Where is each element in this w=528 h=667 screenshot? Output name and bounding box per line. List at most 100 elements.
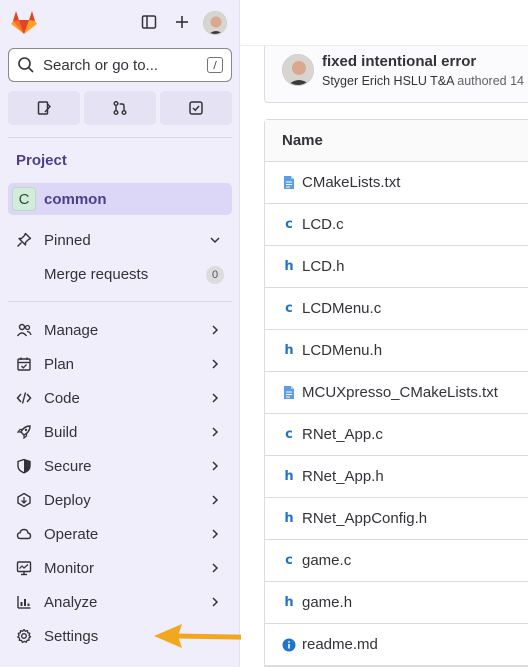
chart-icon: [16, 594, 32, 610]
commit-meta: Styger Erich HSLU T&A authored 14 s: [322, 74, 528, 88]
sidebar-item-label: Operate: [44, 525, 99, 543]
project-name: common: [44, 190, 107, 208]
file-name[interactable]: readme.md: [302, 636, 378, 653]
commit-author-avatar[interactable]: [282, 54, 314, 86]
table-row[interactable]: MCUXpresso_CMakeLists.txt: [265, 372, 528, 414]
commit-time: authored 14 s: [457, 74, 528, 88]
h-file-icon: h: [284, 469, 294, 484]
monitor-icon: [16, 560, 32, 576]
file-name[interactable]: game.h: [302, 594, 352, 611]
project-link[interactable]: C common: [8, 183, 232, 215]
chevron-right-icon: [212, 495, 219, 505]
file-name[interactable]: CMakeLists.txt: [302, 174, 400, 191]
file-name[interactable]: RNet_AppConfig.h: [302, 510, 427, 527]
table-header-name: Name: [265, 120, 528, 162]
todo-icon: [189, 101, 203, 115]
sidebar-item-plan[interactable]: Plan: [8, 348, 232, 380]
sidebar-item-label: Code: [44, 389, 80, 407]
plus-icon[interactable]: [170, 10, 194, 34]
last-commit-card: fixed intentional error Styger Erich HSL…: [264, 46, 528, 103]
sidebar-item-label: Deploy: [44, 491, 91, 509]
table-row[interactable]: c RNet_App.c: [265, 414, 528, 456]
file-table: Name CMakeLists.txt c LCD.c h LCD.h c LCDMenu.…: [264, 119, 528, 667]
sidebar-item-operate[interactable]: Operate: [8, 518, 232, 550]
sidebar-item-label: Secure: [44, 457, 92, 475]
search-placeholder: Search or go to...: [43, 56, 159, 74]
rocket-icon: [16, 424, 32, 440]
table-row[interactable]: CMakeLists.txt: [265, 162, 528, 204]
user-avatar[interactable]: [203, 11, 227, 35]
table-row[interactable]: c LCD.c: [265, 204, 528, 246]
table-row[interactable]: c LCDMenu.c: [265, 288, 528, 330]
file-name[interactable]: LCD.h: [302, 258, 345, 275]
sidebar-item-pinned[interactable]: Pinned: [8, 224, 232, 256]
file-name[interactable]: LCDMenu.h: [302, 342, 382, 359]
table-row[interactable]: h RNet_AppConfig.h: [265, 498, 528, 540]
sidebar-item-label: Pinned: [44, 231, 91, 249]
chevron-right-icon: [212, 597, 219, 607]
table-row[interactable]: h LCDMenu.h: [265, 330, 528, 372]
issues-button[interactable]: [8, 91, 80, 125]
table-row[interactable]: readme.md: [265, 624, 528, 666]
document-icon: [282, 385, 296, 401]
c-file-icon: c: [285, 553, 293, 568]
chevron-right-icon: [212, 325, 219, 335]
h-file-icon: h: [284, 511, 294, 526]
sidebar-item-monitor[interactable]: Monitor: [8, 552, 232, 584]
merge-requests-button[interactable]: [84, 91, 156, 125]
h-file-icon: h: [284, 259, 294, 274]
deploy-icon: [16, 492, 32, 508]
table-row[interactable]: h game.h: [265, 582, 528, 624]
commit-title[interactable]: fixed intentional error: [322, 53, 476, 70]
users-icon: [16, 322, 32, 338]
cloud-icon: [16, 526, 32, 542]
sidebar-section-title: Project: [16, 152, 67, 169]
info-icon: [282, 637, 296, 653]
file-name[interactable]: RNet_App.h: [302, 468, 384, 485]
h-file-icon: h: [284, 595, 294, 610]
file-name[interactable]: RNet_App.c: [302, 426, 383, 443]
search-icon: [18, 57, 34, 73]
file-name[interactable]: game.c: [302, 552, 351, 569]
main-content: fixed intentional error Styger Erich HSL…: [241, 0, 528, 667]
sidebar: Search or go to... / Project C common Pi…: [0, 0, 299, 667]
sidebar-item-deploy[interactable]: Deploy: [8, 484, 232, 516]
issues-icon: [37, 101, 51, 115]
sidebar-item-label: Build: [44, 423, 78, 441]
c-file-icon: c: [285, 427, 293, 442]
h-file-icon: h: [284, 343, 294, 358]
sidebar-item-code[interactable]: Code: [8, 382, 232, 414]
file-name[interactable]: MCUXpresso_CMakeLists.txt: [302, 384, 498, 401]
c-file-icon: c: [285, 217, 293, 232]
merge-request-icon: [113, 101, 127, 115]
sidebar-item-label: Merge requests: [44, 265, 149, 283]
file-name[interactable]: LCDMenu.c: [302, 300, 381, 317]
todo-button[interactable]: [160, 91, 232, 125]
gitlab-logo-icon[interactable]: [10, 9, 38, 35]
table-row[interactable]: c game.c: [265, 540, 528, 582]
chevron-right-icon: [212, 427, 219, 437]
count-badge: 0: [206, 266, 224, 284]
sidebar-item-secure[interactable]: Secure: [8, 450, 232, 482]
sidebar-item-label: Plan: [44, 355, 75, 373]
sidebar-item-build[interactable]: Build: [8, 416, 232, 448]
sidebar-item-manage[interactable]: Manage: [8, 314, 232, 346]
file-name[interactable]: LCD.c: [302, 216, 344, 233]
pin-icon: [16, 232, 32, 248]
calendar-icon: [16, 356, 32, 372]
sidebar-item-label: Settings: [44, 627, 99, 645]
sidebar-item-analyze[interactable]: Analyze: [8, 586, 232, 618]
search-input[interactable]: Search or go to... /: [8, 48, 232, 82]
gear-icon: [16, 628, 32, 644]
sidebar-toggle-icon[interactable]: [137, 10, 161, 34]
chevron-right-icon: [212, 461, 219, 471]
sidebar-item-merge-requests[interactable]: Merge requests 0: [8, 258, 232, 290]
table-row[interactable]: h RNet_App.h: [265, 456, 528, 498]
shield-icon: [16, 458, 32, 474]
table-row[interactable]: h LCD.h: [265, 246, 528, 288]
top-bar: [241, 0, 528, 46]
commit-author[interactable]: Styger Erich HSLU T&A: [322, 74, 454, 88]
sidebar-divider: [8, 137, 232, 138]
chevron-right-icon: [212, 563, 219, 573]
chevron-right-icon: [212, 393, 219, 403]
